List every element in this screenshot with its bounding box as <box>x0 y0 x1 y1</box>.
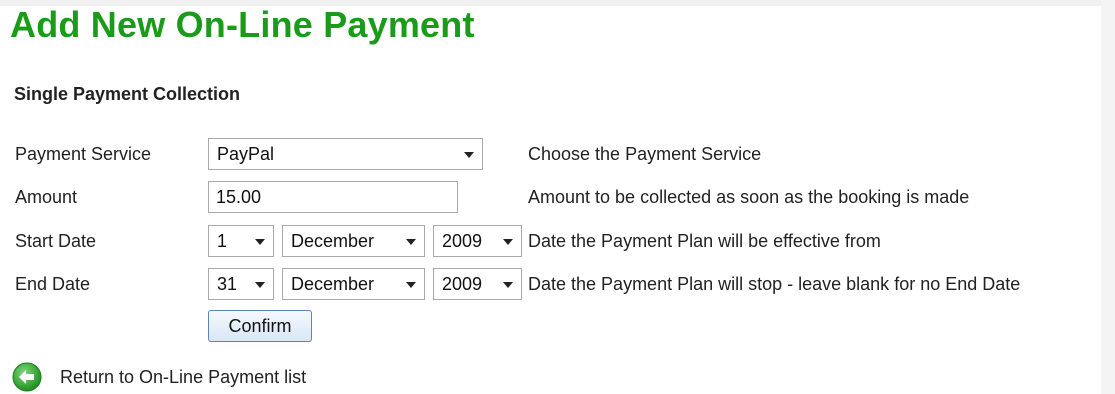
start-date-hint: Date the Payment Plan will be effective … <box>528 231 881 251</box>
payment-service-value: PayPal <box>217 144 275 164</box>
back-arrow-icon <box>12 362 42 392</box>
return-link[interactable]: Return to On-Line Payment list <box>12 362 306 392</box>
page-title: Add New On-Line Payment <box>10 4 475 45</box>
amount-value: 15.00 <box>216 187 262 207</box>
chevron-down-icon <box>255 282 265 288</box>
chevron-down-icon <box>406 282 416 288</box>
amount-input[interactable]: 15.00 <box>208 181 458 213</box>
end-date-hint: Date the Payment Plan will stop - leave … <box>528 274 1021 294</box>
chevron-down-icon <box>503 282 513 288</box>
start-month-value: December <box>291 231 375 251</box>
start-date-label: Start Date <box>15 231 97 251</box>
start-day-value: 1 <box>217 231 228 251</box>
end-date-label: End Date <box>15 274 91 294</box>
return-link-label: Return to On-Line Payment list <box>60 366 307 387</box>
payment-service-select[interactable]: PayPal <box>208 138 483 170</box>
chevron-down-icon <box>406 239 416 245</box>
end-year-value: 2009 <box>442 274 483 294</box>
start-year-select[interactable]: 2009 <box>433 225 522 257</box>
amount-hint: Amount to be collected as soon as the bo… <box>528 187 970 207</box>
end-day-select[interactable]: 31 <box>208 268 274 300</box>
start-month-select[interactable]: December <box>282 225 425 257</box>
payment-service-hint: Choose the Payment Service <box>528 144 762 164</box>
section-title: Single Payment Collection <box>14 84 241 104</box>
chevron-down-icon <box>464 152 474 158</box>
end-month-value: December <box>291 274 375 294</box>
chevron-down-icon <box>503 239 513 245</box>
end-day-value: 31 <box>217 274 238 294</box>
chevron-down-icon <box>255 239 265 245</box>
amount-label: Amount <box>15 187 78 207</box>
right-border <box>1101 0 1115 394</box>
payment-service-label: Payment Service <box>15 144 152 164</box>
end-year-select[interactable]: 2009 <box>433 268 522 300</box>
start-year-value: 2009 <box>442 231 483 251</box>
confirm-button[interactable]: Confirm <box>208 310 312 342</box>
start-day-select[interactable]: 1 <box>208 225 274 257</box>
end-month-select[interactable]: December <box>282 268 425 300</box>
